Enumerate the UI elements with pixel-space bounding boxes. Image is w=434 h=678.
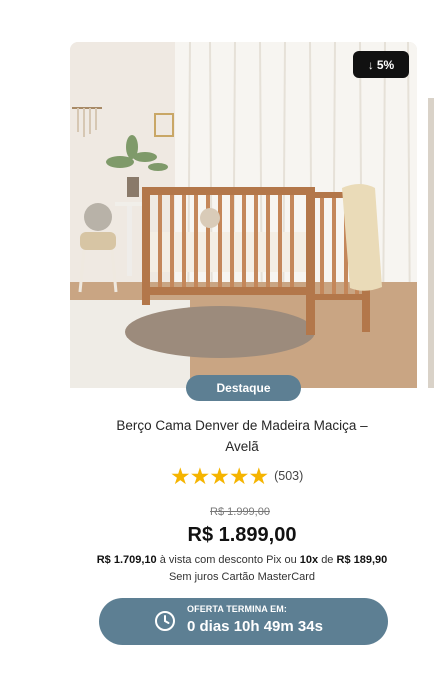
discount-percent: 5% [376, 57, 395, 72]
offer-countdown: 0 dias 10h 49m 34s [187, 618, 323, 635]
installment-value: R$ 189,90 [336, 554, 388, 566]
arrow-down-icon: ↓ [367, 57, 374, 72]
old-price: R$ 1.999,00 [210, 506, 270, 518]
clock-icon [155, 611, 175, 631]
crib-photo [70, 42, 417, 388]
product-title[interactable]: Berço Cama Denver de Madeira Maciça – Av… [100, 415, 384, 457]
rating-count: (503) [274, 469, 304, 483]
pix-text: à vista com desconto Pix ou [159, 554, 297, 566]
installments-count: 10x [299, 554, 319, 566]
highlight-badge: Destaque [186, 375, 301, 401]
offer-label: OFERTA TERMINA EM: [187, 604, 287, 614]
pix-price: R$ 1.709,10 [96, 554, 157, 566]
product-rating[interactable]: ★★★★★ (503) [170, 464, 320, 488]
product-image[interactable] [70, 42, 417, 388]
offer-countdown-bar: OFERTA TERMINA EM: 0 dias 10h 49m 34s [99, 598, 388, 645]
rating-stars-icon: ★★★★★ [170, 463, 269, 489]
payment-info: R$ 1.709,10 à vista com desconto Pix ou … [92, 552, 392, 586]
installments-text: Sem juros Cartão MasterCard [168, 571, 316, 583]
current-price: R$ 1.899,00 [187, 524, 297, 546]
installments-connector: de [321, 554, 334, 566]
next-product-peek[interactable] [428, 98, 434, 388]
discount-badge: ↓ 5% [353, 51, 409, 78]
product-card[interactable]: ↓ 5% Destaque Berço Cama Denver de Madei… [0, 0, 434, 678]
